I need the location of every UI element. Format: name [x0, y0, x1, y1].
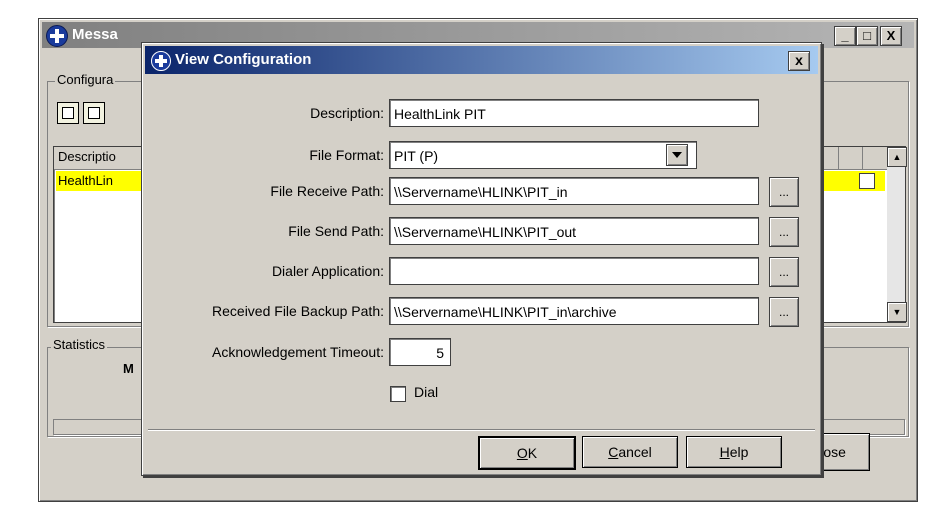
new-config-icon[interactable]	[57, 102, 79, 124]
ack-timeout-field[interactable]: 5	[389, 338, 451, 366]
file-receive-path-field[interactable]: \\Servername\HLINK\PIT_in	[389, 177, 759, 205]
scroll-down-icon[interactable]: ▼	[887, 302, 907, 322]
cancel-mnemonic: C	[608, 444, 619, 460]
maximize-button[interactable]: □	[856, 26, 878, 46]
dialog-titlebar[interactable]: View Configuration x	[145, 46, 818, 74]
file-receive-path-label: File Receive Path:	[270, 183, 384, 199]
dial-checkbox[interactable]	[390, 386, 406, 402]
dialer-application-label: Dialer Application:	[271, 263, 384, 279]
app-logo-icon	[46, 25, 68, 47]
dialer-application-field[interactable]	[389, 257, 759, 285]
file-format-label: File Format:	[309, 147, 384, 163]
description-label: Description:	[310, 105, 384, 121]
browse-send-path-button[interactable]: ...	[769, 217, 799, 247]
ok-mnemonic: O	[516, 445, 528, 461]
ok-label: K	[527, 445, 538, 461]
file-send-path-field[interactable]: \\Servername\HLINK\PIT_out	[389, 217, 759, 245]
scroll-up-icon[interactable]: ▲	[887, 147, 907, 167]
column-separator	[838, 147, 839, 169]
cancel-button[interactable]: Cancel	[582, 436, 678, 468]
backup-path-label: Received File Backup Path:	[212, 303, 384, 319]
file-format-select[interactable]: PIT (P)	[389, 141, 697, 169]
browse-backup-path-button[interactable]: ...	[769, 297, 799, 327]
list-scrollbar[interactable]: ▲ ▼	[887, 147, 907, 322]
dialog-title: View Configuration	[175, 51, 312, 68]
configuration-group-label: Configura	[55, 72, 116, 87]
dial-label[interactable]: Dial	[414, 384, 438, 400]
browse-receive-path-button[interactable]: ...	[769, 177, 799, 207]
description-field[interactable]: HealthLink PIT	[389, 99, 759, 127]
minimize-button[interactable]: _	[834, 26, 856, 46]
parent-window-title: Messa	[72, 26, 118, 43]
edit-config-icon[interactable]	[83, 102, 105, 124]
view-configuration-dialog: View Configuration x Description: Health…	[141, 42, 822, 476]
close-label: lose	[820, 444, 846, 460]
dialog-close-icon[interactable]: x	[788, 51, 810, 71]
statistics-value: M	[123, 361, 134, 376]
ok-button[interactable]: OK	[478, 436, 576, 470]
help-label: elp	[729, 444, 749, 460]
chevron-down-icon[interactable]	[666, 144, 688, 166]
close-icon[interactable]: X	[880, 26, 902, 46]
app-logo-icon	[151, 51, 171, 71]
ack-timeout-label: Acknowledgement Timeout:	[212, 344, 384, 360]
dialog-content-panel	[148, 79, 815, 430]
file-send-path-label: File Send Path:	[288, 223, 384, 239]
row-description: HealthLin	[58, 173, 113, 188]
statistics-group-label: Statistics	[51, 337, 108, 352]
help-button[interactable]: Help	[686, 436, 782, 468]
browse-dialer-button[interactable]: ...	[769, 257, 799, 287]
cancel-label: ancel	[618, 444, 652, 460]
column-separator	[862, 147, 863, 169]
backup-path-field[interactable]: \\Servername\HLINK\PIT_in\archive	[389, 297, 759, 325]
column-header-description[interactable]: Descriptio	[58, 149, 116, 164]
help-mnemonic: H	[719, 444, 730, 460]
row-checkbox[interactable]	[859, 173, 875, 189]
